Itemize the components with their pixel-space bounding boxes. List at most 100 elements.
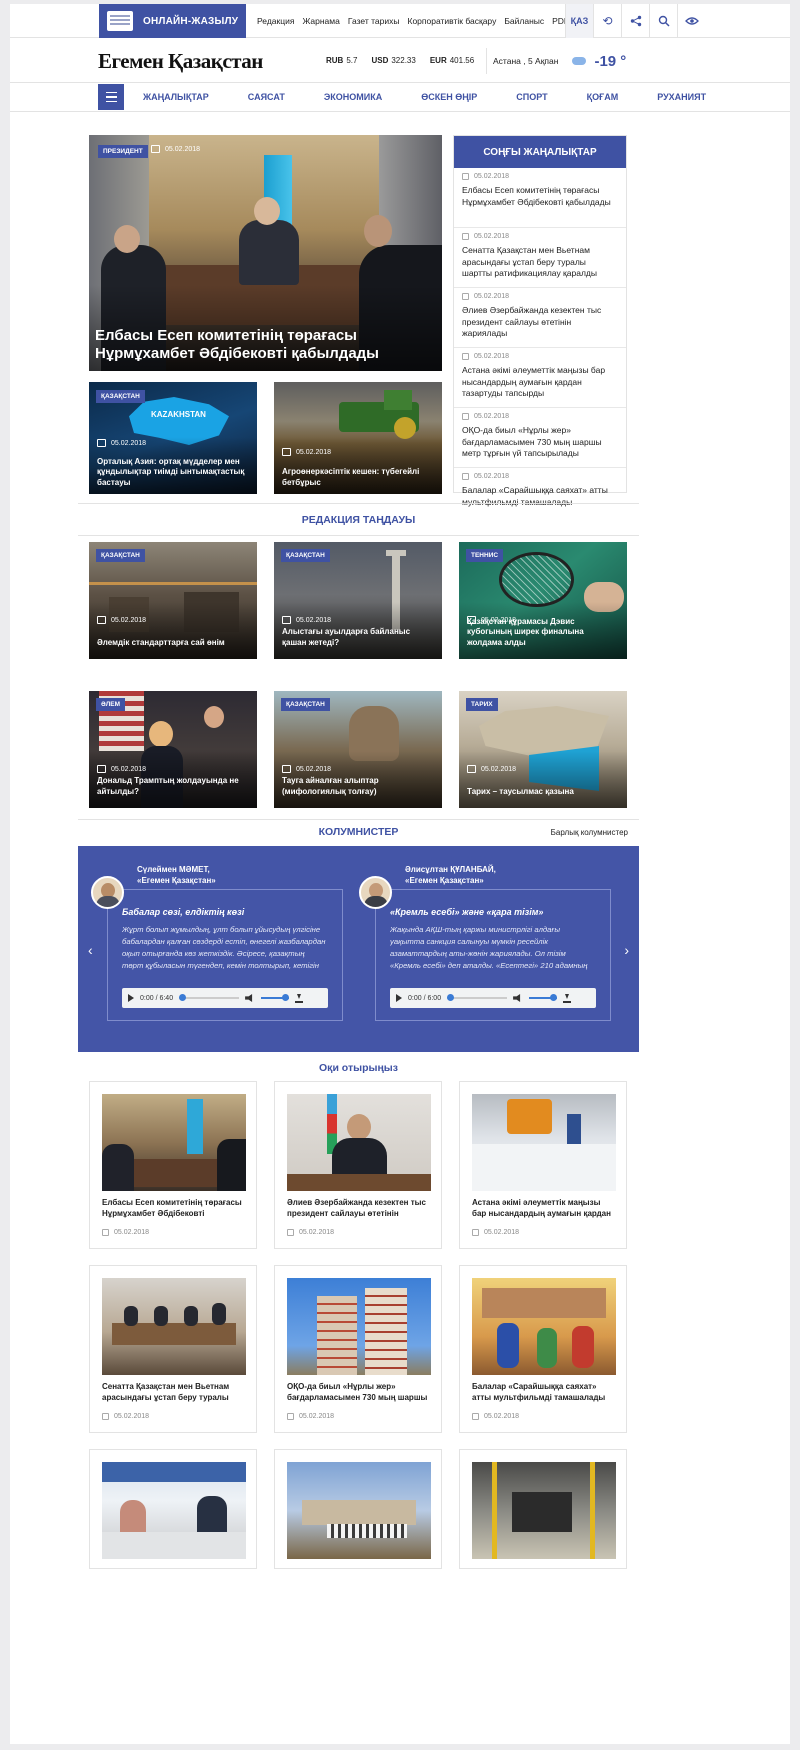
read-card-title[interactable]: Әлиев Әзербайжанда кезектен тыс президен… (287, 1198, 431, 1219)
read-card[interactable] (274, 1449, 442, 1569)
chevron-right-icon[interactable]: › (624, 942, 629, 958)
editorial-tag[interactable]: ҚАЗАҚСТАН (96, 549, 145, 562)
language-button[interactable]: ҚАЗ (565, 4, 593, 38)
read-card-title[interactable]: Балалар «Сарайшыққа саяхат» атты мультфи… (472, 1382, 616, 1403)
all-columnists-link[interactable]: Барлық колумнистер (551, 828, 628, 837)
play-icon[interactable] (396, 994, 402, 1002)
editorial-card-title[interactable]: Әлемдік стандарттарға сай өнім (97, 638, 249, 649)
audio-progress[interactable] (447, 994, 508, 1001)
editorial-card-title[interactable]: Тарих – таусылмас қазына (467, 787, 619, 798)
editorial-card[interactable]: ТАРИХ 05.02.2018 Тарих – таусылмас қазын… (459, 691, 627, 808)
read-card[interactable] (459, 1449, 627, 1569)
rate-eur: EUR 401.56 (429, 56, 475, 65)
subscribe-button[interactable]: ОНЛАЙН-ЖАЗЫЛУ (99, 4, 246, 38)
editorial-date: 05.02.2018 (97, 765, 146, 773)
hero-article[interactable]: ПРЕЗИДЕНТ 05.02.2018 Елбасы Есеп комитет… (89, 135, 442, 371)
site-logo[interactable]: Егемен Қазақстан (98, 49, 263, 74)
small-news-card[interactable]: KAZAKHSTAN ҚАЗАҚСТАН 05.02.2018 Орталық … (89, 382, 257, 494)
columnist-card[interactable]: «Кремль есебі» және «қара тізім» Жақында… (375, 889, 611, 1021)
avatar (91, 876, 124, 909)
nav-news[interactable]: ЖАҢАЛЫҚТАР (143, 92, 209, 102)
nav-society[interactable]: ҚОҒАМ (587, 92, 619, 102)
download-icon[interactable] (563, 993, 572, 1003)
read-card[interactable] (89, 1449, 257, 1569)
eye-icon[interactable] (677, 4, 705, 38)
editorial-card[interactable]: ӘЛЕМ 05.02.2018 Дональд Трамптың жолдауы… (89, 691, 257, 808)
small-news-date: 05.02.2018 (97, 439, 146, 447)
column-title[interactable]: Бабалар сөзі, елдіктің көзі (122, 907, 244, 917)
share-icon[interactable] (621, 4, 649, 38)
main-nav: ЖАҢАЛЫҚТАР САЯСАТ ЭКОНОМИКА ӨСКЕН ӨҢІР С… (10, 84, 790, 112)
play-icon[interactable] (128, 994, 134, 1002)
download-icon[interactable] (295, 993, 304, 1003)
top-link-editorial[interactable]: Редакция (257, 16, 294, 26)
editorial-tag[interactable]: ҚАЗАҚСТАН (281, 549, 330, 562)
read-card[interactable]: Әлиев Әзербайжанда кезектен тыс президен… (274, 1081, 442, 1249)
chevron-left-icon[interactable]: ‹ (88, 942, 93, 958)
editorial-card-title[interactable]: Алыстағы ауылдарға байланыс қашан жетеді… (282, 627, 434, 648)
small-news-tag[interactable]: ҚАЗАҚСТАН (96, 390, 145, 403)
read-photo (472, 1462, 616, 1559)
top-link-contact[interactable]: Байланыс (504, 16, 544, 26)
top-link-corporate[interactable]: Корпоративтік басқару (408, 16, 497, 26)
latest-news-item[interactable]: 05.02.2018 Балалар «Сарайшыққа саяхат» ат… (454, 468, 626, 512)
latest-news-item[interactable]: 05.02.2018 Астана әкімі әлеуметтік маңызы… (454, 348, 626, 408)
editorial-tag[interactable]: ТАРИХ (466, 698, 498, 711)
calendar-icon (462, 353, 469, 360)
editorial-card[interactable]: ҚАЗАҚСТАН 05.02.2018 Әлемдік стандарттар… (89, 542, 257, 659)
nav-economy[interactable]: ЭКОНОМИКА (324, 92, 382, 102)
read-card[interactable]: Елбасы Есеп комитетінің төрағасы Нұрмұха… (89, 1081, 257, 1249)
read-card[interactable]: Сенатта Қазақстан мен Вьетнам арасындағы… (89, 1265, 257, 1433)
nav-region[interactable]: ӨСКЕН ӨҢІР (421, 92, 477, 102)
columnist-card[interactable]: Бабалар сөзі, елдіктің көзі Жұрт болып ж… (107, 889, 343, 1021)
read-photo (287, 1094, 431, 1191)
latest-news-item[interactable]: 05.02.2018 Әлиев Әзербайжанда кезектен ты… (454, 288, 626, 348)
editorial-card[interactable]: ҚАЗАҚСТАН 05.02.2018 Таугa айналған алып… (274, 691, 442, 808)
volume-slider[interactable] (529, 994, 558, 1001)
editorial-card-title[interactable]: Қазақстан құрамасы Дэвис кубогының ширек… (467, 617, 619, 649)
calendar-icon (102, 1413, 109, 1420)
read-card[interactable]: Астана әкімі әлеуметтік маңызы бар нысан… (459, 1081, 627, 1249)
avatar (359, 876, 392, 909)
nav-sport[interactable]: СПОРТ (516, 92, 547, 102)
editorial-card[interactable]: ҚАЗАҚСТАН 05.02.2018 Алыстағы ауылдарға … (274, 542, 442, 659)
calendar-icon (472, 1229, 479, 1236)
calendar-icon (282, 765, 291, 773)
menu-icon[interactable] (98, 84, 124, 110)
subscribe-label: ОНЛАЙН-ЖАЗЫЛУ (143, 15, 239, 27)
editorial-card-title[interactable]: Таугa айналған алыптар (мифологиялық тол… (282, 776, 434, 797)
volume-slider[interactable] (261, 994, 290, 1001)
read-card-title[interactable]: Сенатта Қазақстан мен Вьетнам арасындағы… (102, 1382, 246, 1403)
top-link-history[interactable]: Газет тарихы (348, 16, 400, 26)
editorial-tag[interactable]: ТЕННИС (466, 549, 504, 562)
editorial-card-title[interactable]: Дональд Трамптың жолдауында не айтылды? (97, 776, 249, 797)
read-card-date: 05.02.2018 (287, 1229, 334, 1236)
nav-politics[interactable]: САЯСАТ (248, 92, 285, 102)
column-title[interactable]: «Кремль есебі» және «қара тізім» (390, 907, 543, 917)
hero-tag[interactable]: ПРЕЗИДЕНТ (98, 145, 148, 158)
read-card[interactable]: ОҚО-да биыл «Нұрлы жер» бағдарламасымен … (274, 1265, 442, 1433)
volume-icon[interactable] (245, 994, 253, 1002)
read-card-title[interactable]: Астана әкімі әлеуметтік маңызы бар нысан… (472, 1198, 616, 1219)
small-news-title[interactable]: Орталық Азия: ортақ мүдделер мен құндылы… (97, 457, 249, 489)
editorial-date: 05.02.2018 (282, 616, 331, 624)
editorial-tag[interactable]: ӘЛЕМ (96, 698, 126, 711)
read-card[interactable]: Балалар «Сарайшыққа саяхат» атты мультфи… (459, 1265, 627, 1433)
volume-icon[interactable] (513, 994, 521, 1002)
editorial-card[interactable]: ТЕННИС 05.02.2018 Қазақстан құрамасы Дэв… (459, 542, 627, 659)
read-card-title[interactable]: ОҚО-да биыл «Нұрлы жер» бағдарламасымен … (287, 1382, 431, 1403)
editorial-tag[interactable]: ҚАЗАҚСТАН (281, 698, 330, 711)
audio-progress[interactable] (179, 994, 240, 1001)
latest-news-item[interactable]: 05.02.2018 ОҚО-да биыл «Нұрлы жер» бағдар… (454, 408, 626, 468)
read-card-title[interactable]: Елбасы Есеп комитетінің төрағасы Нұрмұха… (102, 1198, 246, 1219)
hero-title[interactable]: Елбасы Есеп комитетінің төрағасы Нұрмұха… (95, 327, 422, 363)
top-link-ads[interactable]: Жарнама (302, 16, 339, 26)
refresh-icon[interactable]: ⟲ (593, 4, 621, 38)
small-news-title[interactable]: Агроөнеркәсіптік кешен: түбегейлі бетбұр… (282, 467, 434, 488)
read-card-date: 05.02.2018 (102, 1229, 149, 1236)
latest-news-item[interactable]: 05.02.2018 Сенатта Қазақстан мен Вьетнам … (454, 228, 626, 288)
small-news-card[interactable]: 05.02.2018 Агроөнеркәсіптік кешен: түбег… (274, 382, 442, 494)
search-icon[interactable] (649, 4, 677, 38)
latest-news-item[interactable]: 05.02.2018 Елбасы Есеп комитетінің төраға… (454, 168, 626, 228)
nav-culture[interactable]: РУХАНИЯТ (657, 92, 706, 102)
